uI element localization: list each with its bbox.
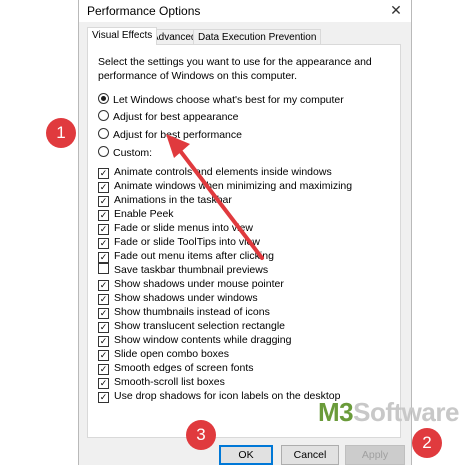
checkbox-checked[interactable]: ✓ [98, 350, 109, 361]
effect-item[interactable]: ✓ Animate controls and elements inside wi… [98, 165, 332, 179]
checkbox-unchecked[interactable] [98, 263, 109, 274]
radio-label: Custom: [113, 147, 153, 159]
window-title: Performance Options [87, 4, 201, 18]
cancel-button[interactable]: Cancel [281, 445, 339, 465]
checkbox-checked[interactable]: ✓ [98, 308, 109, 319]
step-marker-2: 2 [412, 428, 442, 458]
effect-item[interactable]: ✓ Use drop shadows for icon labels on the… [98, 389, 340, 403]
effect-item[interactable]: ✓ Smooth-scroll list boxes [98, 375, 225, 389]
effect-item[interactable]: ✓ Fade or slide ToolTips into view [98, 235, 260, 249]
radio-best-performance[interactable]: Adjust for best performance [98, 128, 242, 142]
close-icon[interactable]: ✕ [387, 1, 405, 19]
step-marker-3: 3 [186, 420, 216, 450]
checkbox-checked[interactable]: ✓ [98, 224, 109, 235]
checkbox-checked[interactable]: ✓ [98, 238, 109, 249]
radio-button[interactable] [98, 146, 109, 157]
effect-item[interactable]: ✓ Show thumbnails instead of icons [98, 305, 270, 319]
ok-button[interactable]: OK [219, 445, 273, 465]
effect-item[interactable]: ✓ Fade or slide menus into view [98, 221, 253, 235]
effect-item[interactable]: ✓ Show window contents while dragging [98, 333, 291, 347]
checkbox-checked[interactable]: ✓ [98, 252, 109, 263]
checkbox-checked[interactable]: ✓ [98, 182, 109, 193]
radio-label: Adjust for best appearance [113, 111, 239, 123]
effect-item[interactable]: ✓ Show translucent selection rectangle [98, 319, 285, 333]
tab-visual-effects[interactable]: Visual Effects [87, 27, 158, 45]
performance-options-dialog: Performance Options ✕ Visual Effects Adv… [78, 0, 412, 465]
radio-best-appearance[interactable]: Adjust for best appearance [98, 110, 239, 124]
radio-button[interactable] [98, 110, 109, 121]
radio-label: Let Windows choose what's best for my co… [113, 94, 344, 106]
checkbox-checked[interactable]: ✓ [98, 364, 109, 375]
radio-let-windows-choose[interactable]: Let Windows choose what's best for my co… [98, 93, 344, 107]
radio-custom[interactable]: Custom: [98, 146, 152, 160]
checkbox-checked[interactable]: ✓ [98, 378, 109, 389]
effect-item[interactable]: ✓ Fade out menu items after clicking [98, 249, 274, 263]
radio-button[interactable] [98, 128, 109, 139]
checkbox-checked[interactable]: ✓ [98, 392, 109, 403]
title-bar: Performance Options ✕ [79, 0, 411, 22]
tab-data-execution-prevention[interactable]: Data Execution Prevention [193, 29, 322, 45]
effect-item[interactable]: ✓ Animations in the taskbar [98, 193, 232, 207]
radio-label: Adjust for best performance [113, 129, 242, 141]
m3-software-watermark: M3Software [318, 397, 459, 427]
effect-item[interactable]: ✓ Enable Peek [98, 207, 174, 221]
visual-effects-panel: Select the settings you want to use for … [87, 44, 401, 438]
effect-item[interactable]: ✓ Smooth edges of screen fonts [98, 361, 254, 375]
checkbox-checked[interactable]: ✓ [98, 196, 109, 207]
checkbox-checked[interactable]: ✓ [98, 336, 109, 347]
checkbox-checked[interactable]: ✓ [98, 294, 109, 305]
panel-description: Select the settings you want to use for … [98, 56, 372, 82]
effect-item[interactable]: ✓ Show shadows under windows [98, 291, 258, 305]
effect-item[interactable]: Save taskbar thumbnail previews [98, 263, 268, 277]
apply-button[interactable]: Apply [345, 445, 405, 465]
effect-item[interactable]: ✓ Slide open combo boxes [98, 347, 229, 361]
radio-button-checked[interactable] [98, 93, 109, 104]
step-marker-1: 1 [46, 118, 76, 148]
checkbox-checked[interactable]: ✓ [98, 210, 109, 221]
checkbox-checked[interactable]: ✓ [98, 168, 109, 179]
effect-item[interactable]: ✓ Animate windows when minimizing and max… [98, 179, 352, 193]
checkbox-checked[interactable]: ✓ [98, 322, 109, 333]
checkbox-checked[interactable]: ✓ [98, 280, 109, 291]
effect-item[interactable]: ✓ Show shadows under mouse pointer [98, 277, 284, 291]
